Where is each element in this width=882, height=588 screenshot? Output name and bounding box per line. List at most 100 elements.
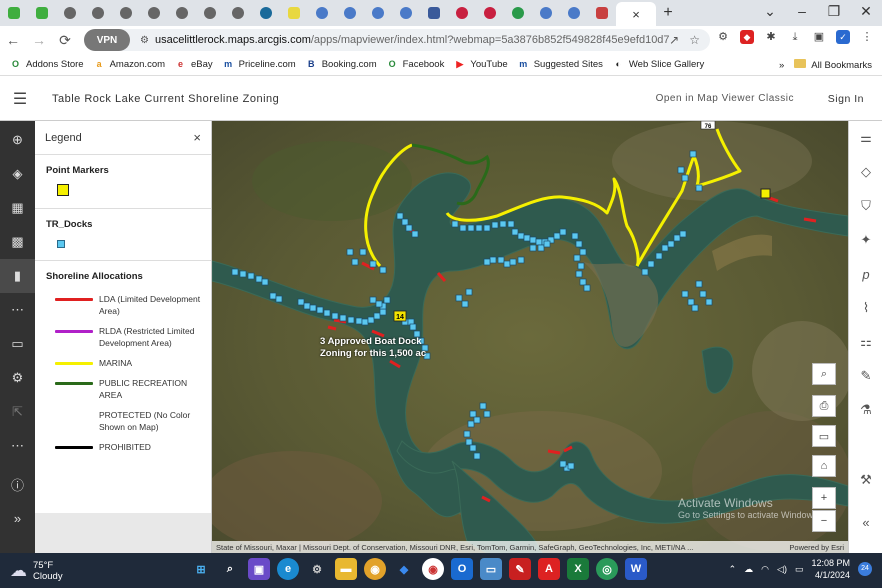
- dock-marker[interactable]: [553, 232, 561, 240]
- dock-marker[interactable]: [405, 224, 413, 232]
- dock-marker[interactable]: [411, 230, 419, 238]
- browser-tab[interactable]: [308, 2, 336, 24]
- dock-marker[interactable]: [355, 317, 363, 325]
- print-button[interactable]: ⎙: [812, 395, 836, 417]
- dock-marker[interactable]: [373, 312, 381, 320]
- dock-marker[interactable]: [705, 298, 713, 306]
- analysis-icon[interactable]: ⚗: [849, 393, 882, 427]
- maps-app-icon[interactable]: ◎: [596, 558, 618, 580]
- screen-view-button[interactable]: ▭: [812, 425, 836, 447]
- styles-icon[interactable]: ◇: [849, 155, 882, 189]
- more-tools-icon[interactable]: ⋯: [0, 293, 35, 327]
- dock-marker[interactable]: [369, 296, 377, 304]
- remote-desktop-icon[interactable]: ▭: [480, 558, 502, 580]
- minimize-button[interactable]: –: [786, 0, 818, 24]
- dock-marker[interactable]: [479, 402, 487, 410]
- bookmark-item[interactable]: ▶ YouTube: [454, 59, 507, 70]
- vpn-badge[interactable]: VPN: [84, 29, 130, 51]
- dock-marker[interactable]: [497, 256, 505, 264]
- dock-marker[interactable]: [535, 238, 543, 246]
- active-tab[interactable]: ×: [616, 2, 656, 26]
- outlook-icon[interactable]: O: [451, 558, 473, 580]
- dock-marker[interactable]: [297, 298, 305, 306]
- dock-marker[interactable]: [469, 410, 477, 418]
- dock-marker[interactable]: [275, 295, 283, 303]
- tab-close-button[interactable]: ×: [632, 7, 640, 22]
- dock-marker[interactable]: [577, 262, 585, 270]
- dock-marker[interactable]: [361, 318, 369, 326]
- security-shield-icon[interactable]: ✓: [836, 30, 850, 44]
- download-icon[interactable]: ⤓: [788, 30, 802, 44]
- dock-marker[interactable]: [383, 296, 391, 304]
- dock-marker[interactable]: [303, 302, 311, 310]
- effects-icon[interactable]: ✦: [849, 223, 882, 257]
- dock-marker[interactable]: [483, 224, 491, 232]
- edge-browser-icon[interactable]: e: [277, 558, 299, 580]
- chevron-down-icon[interactable]: ⌄: [754, 0, 786, 24]
- dock-marker[interactable]: [567, 462, 575, 470]
- dropbox-icon[interactable]: ◆: [393, 558, 415, 580]
- back-button[interactable]: ←: [0, 32, 26, 48]
- dock-marker[interactable]: [511, 228, 519, 236]
- browser-tab[interactable]: [224, 2, 252, 24]
- dock-marker[interactable]: [537, 244, 545, 252]
- dock-marker[interactable]: [461, 300, 469, 308]
- battery-icon[interactable]: ▭: [795, 564, 804, 575]
- dock-marker[interactable]: [673, 234, 681, 242]
- close-legend-button[interactable]: ×: [193, 130, 201, 145]
- extensions-puzzle-icon[interactable]: ✱: [764, 30, 778, 44]
- zoom-in-button[interactable]: +: [812, 487, 836, 509]
- bookmark-item[interactable]: m Suggested Sites: [518, 59, 603, 70]
- dock-marker[interactable]: [559, 460, 567, 468]
- hamburger-menu-icon[interactable]: ☰: [0, 89, 40, 109]
- bookmark-item[interactable]: m Priceline.com: [223, 59, 296, 70]
- dock-marker[interactable]: [455, 294, 463, 302]
- dock-marker[interactable]: [351, 258, 359, 266]
- search-map-button[interactable]: ⌕: [812, 363, 836, 385]
- dock-marker[interactable]: [689, 150, 697, 158]
- dock-marker[interactable]: [346, 248, 354, 256]
- dock-marker[interactable]: [679, 230, 687, 238]
- more-menu-icon[interactable]: ⋮: [860, 30, 874, 44]
- dock-marker[interactable]: [575, 240, 583, 248]
- url-text[interactable]: usacelittlerock.maps.arcgis.com/apps/map…: [155, 34, 669, 46]
- file-explorer-icon[interactable]: ▬: [335, 558, 357, 580]
- browser-tab[interactable]: [364, 2, 392, 24]
- dock-marker[interactable]: [451, 220, 459, 228]
- dock-marker[interactable]: [331, 312, 339, 320]
- bookmark-item[interactable]: e eBay: [175, 59, 213, 70]
- address-bar[interactable]: VPN ⚙ usacelittlerock.maps.arcgis.com/ap…: [84, 29, 710, 51]
- shield-extension-icon[interactable]: ◆: [740, 30, 754, 44]
- properties-sliders-icon[interactable]: ⚌: [849, 121, 882, 155]
- dock-marker[interactable]: [687, 298, 695, 306]
- home-button[interactable]: ⌂: [812, 455, 836, 477]
- dock-marker[interactable]: [396, 212, 404, 220]
- add-layer-icon[interactable]: ⊕: [0, 123, 35, 157]
- word-icon[interactable]: W: [625, 558, 647, 580]
- dock-marker[interactable]: [491, 221, 499, 229]
- browser-tab[interactable]: [448, 2, 476, 24]
- dock-marker[interactable]: [681, 174, 689, 182]
- dock-marker[interactable]: [517, 256, 525, 264]
- map-view[interactable]: 14 76 3 Approved Boat Dock Zoning for th…: [212, 121, 848, 553]
- dock-marker[interactable]: [269, 292, 277, 300]
- browser-tab[interactable]: [84, 2, 112, 24]
- browser-tab[interactable]: [252, 2, 280, 24]
- search-icon[interactable]: ⌕: [219, 558, 241, 580]
- browser-tab[interactable]: [588, 2, 616, 24]
- browser-tab[interactable]: [392, 2, 420, 24]
- dock-marker[interactable]: [467, 420, 475, 428]
- dock-marker[interactable]: [463, 430, 471, 438]
- layers-icon[interactable]: ◈: [0, 157, 35, 191]
- notification-badge[interactable]: 24: [858, 562, 872, 576]
- dock-marker[interactable]: [647, 260, 655, 268]
- properties-icon[interactable]: ▭: [0, 327, 35, 361]
- browser-tab[interactable]: [504, 2, 532, 24]
- adobe-acrobat-icon[interactable]: A: [538, 558, 560, 580]
- dock-marker[interactable]: [695, 184, 703, 192]
- help-icon[interactable]: ⓘ: [0, 467, 35, 501]
- dock-marker[interactable]: [467, 224, 475, 232]
- dock-marker[interactable]: [475, 224, 483, 232]
- dock-marker[interactable]: [239, 270, 247, 278]
- browser-tab[interactable]: [56, 2, 84, 24]
